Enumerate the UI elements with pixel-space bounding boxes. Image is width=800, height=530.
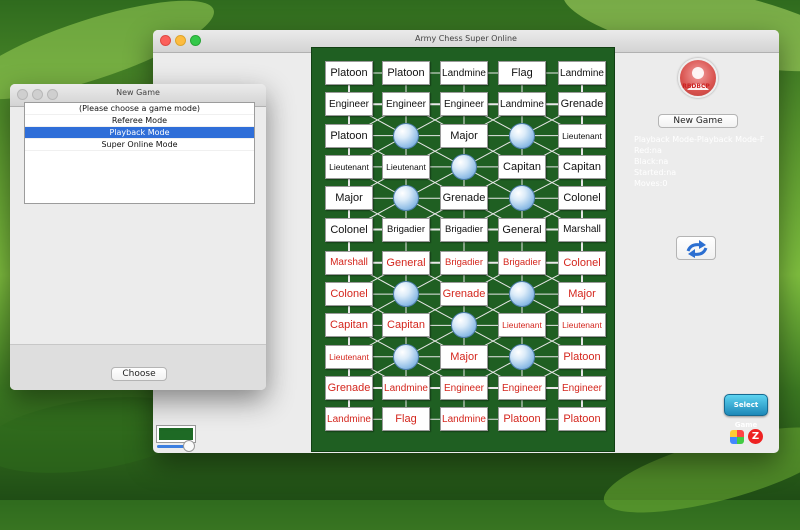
camp-station[interactable]	[393, 281, 419, 308]
black-piece[interactable]: Platoon	[382, 61, 430, 85]
red-piece[interactable]: Colonel	[325, 282, 373, 307]
red-piece[interactable]: General	[382, 250, 430, 275]
red-piece[interactable]: Marshall	[325, 250, 373, 275]
info-moves: Moves:0	[634, 179, 668, 188]
new-game-dialog: New Game (Please choose a game mode) Ref…	[10, 84, 266, 390]
red-piece[interactable]: Landmine	[325, 407, 373, 432]
black-piece[interactable]: Platoon	[325, 61, 373, 85]
red-piece[interactable]: Flag	[382, 407, 430, 432]
black-piece[interactable]: Capitan	[498, 154, 546, 179]
red-piece[interactable]: Engineer	[440, 376, 488, 400]
red-piece[interactable]: Landmine	[440, 407, 488, 432]
camp-station[interactable]	[509, 122, 535, 149]
refresh-button[interactable]	[676, 236, 716, 260]
volume-slider-knob[interactable]	[183, 440, 195, 452]
camp-station[interactable]	[393, 122, 419, 149]
dialog-footer: Choose	[10, 344, 266, 390]
black-piece[interactable]: General	[498, 217, 546, 242]
black-piece[interactable]: Engineer	[325, 92, 373, 117]
list-item-placeholder[interactable]: (Please choose a game mode)	[25, 103, 254, 115]
black-piece[interactable]: Engineer	[382, 92, 430, 117]
red-piece[interactable]: Engineer	[558, 376, 606, 400]
red-piece[interactable]: Lieutenant	[558, 313, 606, 338]
red-piece[interactable]: Grenade	[440, 282, 488, 307]
black-piece[interactable]: Lieutenant	[558, 123, 606, 148]
red-piece[interactable]: Platoon	[498, 407, 546, 432]
list-item-playback-mode[interactable]: Playback Mode	[25, 127, 254, 139]
red-piece[interactable]: Platoon	[558, 344, 606, 369]
select-game-button[interactable]: Select Game	[724, 394, 768, 429]
black-piece[interactable]: Grenade	[440, 186, 488, 211]
black-piece[interactable]: Flag	[498, 61, 546, 85]
info-red: Red:na	[634, 146, 662, 155]
red-piece[interactable]: Grenade	[325, 376, 373, 400]
red-piece[interactable]: Engineer	[498, 376, 546, 400]
black-piece[interactable]: Lieutenant	[325, 154, 373, 179]
black-piece[interactable]: Engineer	[440, 92, 488, 117]
camp-station[interactable]	[509, 185, 535, 212]
black-piece[interactable]: Lieutenant	[382, 154, 430, 179]
red-piece[interactable]: Major	[440, 344, 488, 369]
dialog-title: New Game	[116, 88, 160, 97]
window-title: Army Chess Super Online	[415, 34, 517, 43]
red-piece[interactable]: Lieutenant	[325, 344, 373, 369]
black-piece[interactable]: Brigadier	[440, 217, 488, 242]
info-mode: Playback Mode-Playback Mode-F	[634, 135, 765, 144]
black-piece[interactable]: Grenade	[558, 92, 606, 117]
black-piece[interactable]: Brigadier	[382, 217, 430, 242]
black-piece[interactable]: Marshall	[558, 217, 606, 242]
camp-station[interactable]	[509, 281, 535, 308]
avatar-label: RBDBCP	[682, 83, 710, 90]
game-mode-list[interactable]: (Please choose a game mode) Referee Mode…	[24, 102, 255, 204]
refresh-arrows-icon	[686, 240, 708, 258]
red-piece[interactable]: Landmine	[382, 376, 430, 400]
red-piece[interactable]: Brigadier	[440, 250, 488, 275]
red-piece[interactable]: Colonel	[558, 250, 606, 275]
black-piece[interactable]: Major	[440, 123, 488, 148]
z-logo-icon[interactable]: Z	[748, 429, 763, 444]
red-piece[interactable]: Brigadier	[498, 250, 546, 275]
camp-station[interactable]	[509, 343, 535, 370]
red-piece[interactable]: Capitan	[325, 313, 373, 338]
choose-button[interactable]: Choose	[111, 367, 167, 381]
new-game-button[interactable]: New Game	[658, 114, 738, 128]
list-item-referee-mode[interactable]: Referee Mode	[25, 115, 254, 127]
game-center-icon[interactable]	[730, 430, 744, 444]
player-avatar[interactable]	[678, 58, 718, 98]
camp-station[interactable]	[393, 343, 419, 370]
info-started: Started:na	[634, 168, 677, 177]
red-piece[interactable]: Lieutenant	[498, 313, 546, 338]
game-board[interactable]: Platoon Platoon Landmine Flag Landmine Engine…	[311, 47, 615, 452]
black-piece[interactable]: Colonel	[325, 217, 373, 242]
person-icon	[687, 67, 709, 90]
black-piece[interactable]: Landmine	[440, 61, 488, 85]
black-piece[interactable]: Colonel	[558, 186, 606, 211]
game-info: Playback Mode-Playback Mode-F Red:na Bla…	[634, 134, 764, 189]
black-piece[interactable]: Landmine	[558, 61, 606, 85]
red-piece[interactable]: Major	[558, 282, 606, 307]
black-piece[interactable]: Platoon	[325, 123, 373, 148]
camp-station[interactable]	[393, 185, 419, 212]
list-item-super-online-mode[interactable]: Super Online Mode	[25, 139, 254, 151]
red-piece[interactable]: Capitan	[382, 313, 430, 338]
camp-station[interactable]	[451, 153, 477, 180]
info-black: Black:na	[634, 157, 669, 166]
black-piece[interactable]: Landmine	[498, 92, 546, 117]
black-piece[interactable]: Major	[325, 186, 373, 211]
red-piece[interactable]: Platoon	[558, 407, 606, 432]
black-piece[interactable]: Capitan	[558, 154, 606, 179]
